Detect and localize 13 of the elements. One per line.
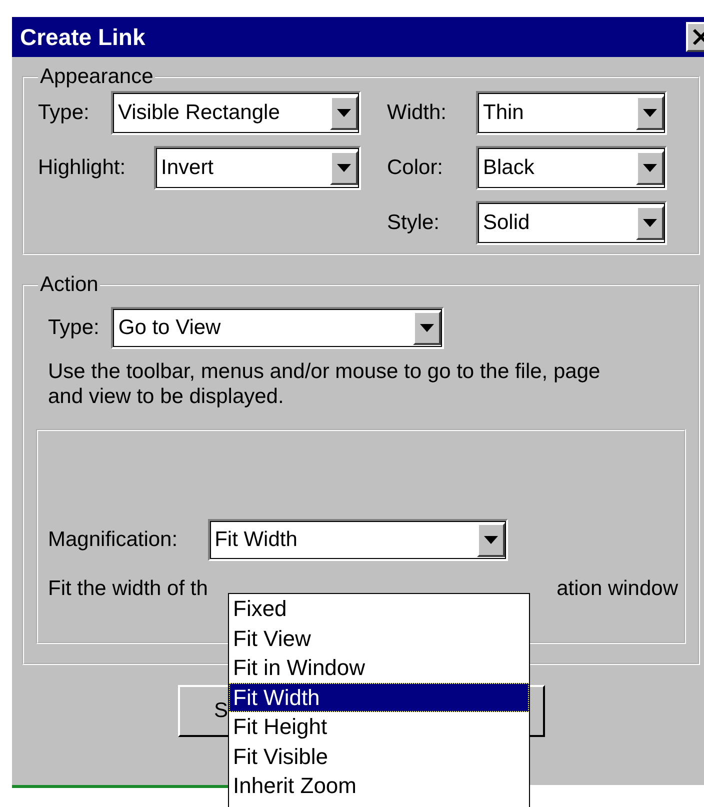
field-label: Magnification:: [48, 528, 178, 552]
field-label: Highlight:: [37, 156, 126, 180]
help-text: Use the toolbar, menus and/or mouse to go to the file, page and view to be displayed.: [48, 359, 602, 409]
field-label: Width:: [387, 101, 447, 125]
group-title: Appearance: [39, 65, 154, 89]
field-label: Style:: [387, 211, 440, 235]
description-text: Fit the width of th: [48, 577, 208, 601]
window-title: Create Link: [20, 24, 146, 50]
group-title: Action: [39, 273, 100, 297]
description-text: ation window: [556, 577, 678, 601]
field-label: Color:: [387, 156, 444, 180]
field-label: Type:: [48, 316, 100, 340]
field-label: Type:: [37, 101, 90, 125]
